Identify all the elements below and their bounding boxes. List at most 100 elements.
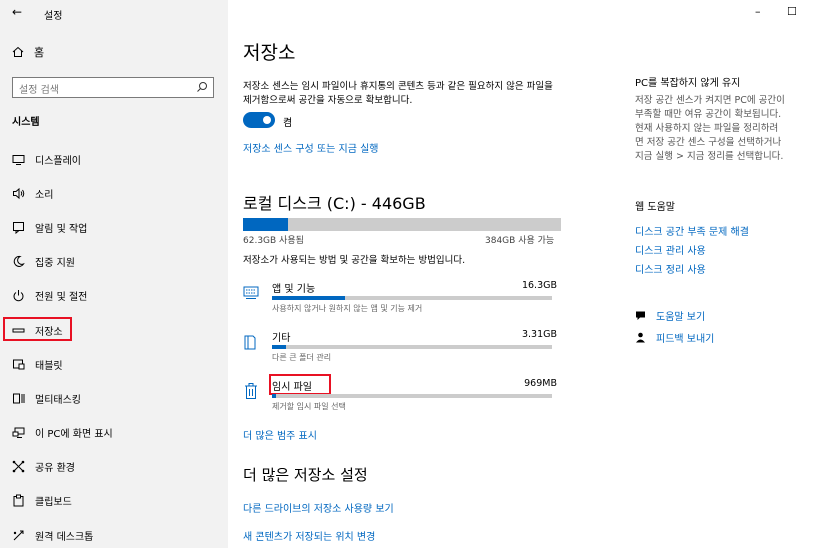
maximize-button[interactable]: ☐ xyxy=(787,5,797,18)
category-usage-bar xyxy=(272,345,552,349)
keep-pc-line: 지금 실행 > 지금 정리를 선택합니다. xyxy=(635,151,784,162)
toggle-state-label: 켬 xyxy=(283,118,293,129)
sidebar-item-sound[interactable]: 소리 xyxy=(0,176,228,210)
sidebar-item-label: 이 PC에 화면 표시 xyxy=(35,429,113,441)
sidebar-item-focus-assist[interactable]: 집중 지원 xyxy=(0,245,228,279)
help-link-low-disk[interactable]: 디스크 공간 부족 문제 해결 xyxy=(635,223,749,238)
category-temp-files[interactable]: 임시 파일 969MB 제거할 임시 파일 선택 xyxy=(243,374,563,422)
title-bar: ← 설정 xyxy=(0,0,228,28)
category-size: 16.3GB xyxy=(521,280,557,291)
get-help-link[interactable]: 도움말 보기 xyxy=(635,308,705,323)
sidebar: ← 설정 홈 시스템 디스플레이 소리 알림 및 작업 집중 지원 전원 및 절… xyxy=(0,0,228,548)
power-icon xyxy=(13,290,24,302)
disk-usage-bar xyxy=(243,218,561,231)
clipboard-icon xyxy=(13,494,24,507)
keep-pc-line: 현재 사용하지 않는 파일을 정리하려 xyxy=(635,123,779,134)
speaker-icon xyxy=(13,187,25,199)
sidebar-item-label: 전원 및 절전 xyxy=(35,292,88,304)
category-other[interactable]: 기타 3.31GB 다른 큰 폴더 관리 xyxy=(243,329,563,373)
web-help-title: 웹 도움말 xyxy=(635,202,675,213)
sidebar-item-power[interactable]: 전원 및 절전 xyxy=(0,279,228,313)
category-apps[interactable]: 앱 및 기능 16.3GB 사용하지 않거나 원하지 않는 앱 및 기능 제거 xyxy=(243,280,563,324)
change-save-location-link[interactable]: 새 콘텐츠가 저장되는 위치 변경 xyxy=(243,528,375,543)
multitasking-icon xyxy=(13,393,25,404)
sidebar-item-multitasking[interactable]: 멀티태스킹 xyxy=(0,381,228,415)
sidebar-item-label: 멀티태스킹 xyxy=(35,394,81,406)
window-controls: – ☐ xyxy=(745,0,815,28)
sidebar-item-label: 원격 데스크톱 xyxy=(35,531,94,543)
trash-icon xyxy=(245,383,257,399)
section-header: 시스템 xyxy=(12,117,40,128)
category-description: 다른 큰 폴더 관리 xyxy=(272,353,332,362)
search-icon[interactable] xyxy=(196,81,208,93)
sidebar-item-label: 태블릿 xyxy=(35,360,63,372)
sidebar-item-notifications[interactable]: 알림 및 작업 xyxy=(0,210,228,244)
search-input[interactable] xyxy=(13,81,193,100)
used-space-label: 62.3GB 사용됨 xyxy=(243,236,304,246)
sidebar-item-project[interactable]: 이 PC에 화면 표시 xyxy=(0,416,228,450)
keep-pc-line: 면 저장 공간 센스 구성을 선택하거나 xyxy=(635,137,782,148)
storage-sense-toggle[interactable] xyxy=(243,112,275,128)
sidebar-item-storage[interactable]: 저장소 xyxy=(0,313,228,347)
sidebar-item-tablet[interactable]: 태블릿 xyxy=(0,347,228,381)
page-title: 저장소 xyxy=(243,42,296,64)
folder-icon xyxy=(244,335,256,350)
sidebar-item-label: 클립보드 xyxy=(35,497,72,509)
category-size: 3.31GB xyxy=(521,329,557,340)
storage-sense-description: 저장소 센스는 임시 파일이나 휴지통의 콘텐츠 등과 같은 필요하지 않은 파… xyxy=(243,81,553,106)
main-pane: 저장소 저장소 센스는 임시 파일이나 휴지통의 콘텐츠 등과 같은 필요하지 … xyxy=(228,0,815,548)
usage-info-text: 저장소가 사용되는 방법 및 공간을 확보하는 방법입니다. xyxy=(243,255,466,266)
keep-pc-title: PC를 복잡하지 않게 유지 xyxy=(635,78,741,89)
other-drives-link[interactable]: 다른 드라이브의 저장소 사용량 보기 xyxy=(243,500,394,515)
project-icon xyxy=(12,427,25,439)
highlight-box xyxy=(3,316,72,341)
sidebar-item-label: 집중 지원 xyxy=(35,258,75,270)
category-usage-fill xyxy=(272,345,286,349)
help-link-disk-cleanup[interactable]: 디스크 정리 사용 xyxy=(635,261,706,276)
free-space-label: 384GB 사용 가능 xyxy=(485,236,555,246)
sidebar-item-clipboard[interactable]: 클립보드 xyxy=(0,484,228,518)
minimize-button[interactable]: – xyxy=(755,5,761,18)
keep-pc-line: 저장 공간 센스가 켜지면 PC에 공간이 xyxy=(635,95,785,106)
keep-pc-text: 저장 공간 센스가 켜지면 PC에 공간이 부족할 때만 여유 공간이 확보됩니… xyxy=(635,94,785,164)
category-name: 기타 xyxy=(272,333,291,344)
home-nav[interactable]: 홈 xyxy=(12,44,44,60)
keep-pc-line: 부족할 때만 여유 공간이 확보됩니다. xyxy=(635,109,782,120)
monitor-icon xyxy=(12,154,25,165)
moon-icon xyxy=(13,256,25,268)
category-usage-fill xyxy=(272,296,345,300)
sidebar-item-label: 디스플레이 xyxy=(35,155,81,167)
back-arrow-icon[interactable]: ← xyxy=(12,5,22,19)
category-description: 제거할 임시 파일 선택 xyxy=(272,402,346,411)
category-usage-bar xyxy=(272,394,552,398)
search-box[interactable] xyxy=(12,77,214,100)
category-size: 969MB xyxy=(524,378,557,389)
help-chat-icon xyxy=(636,311,645,320)
home-label: 홈 xyxy=(34,46,45,59)
remote-desktop-icon xyxy=(13,530,24,541)
sidebar-nav: 디스플레이 소리 알림 및 작업 집중 지원 전원 및 절전 저장소 태블릿 멀… xyxy=(0,142,228,552)
sidebar-item-label: 공유 환경 xyxy=(35,463,75,475)
more-categories-link[interactable]: 더 많은 범주 표시 xyxy=(243,427,317,442)
sidebar-item-label: 알림 및 작업 xyxy=(35,223,88,235)
category-name: 앱 및 기능 xyxy=(272,284,316,295)
sidebar-item-display[interactable]: 디스플레이 xyxy=(0,142,228,176)
get-help-label: 도움말 보기 xyxy=(656,312,706,323)
feedback-link[interactable]: 피드백 보내기 xyxy=(635,330,714,345)
category-usage-fill xyxy=(272,394,277,398)
feedback-icon xyxy=(636,332,645,343)
disk-usage-fill xyxy=(243,218,288,231)
help-link-disk-management[interactable]: 디스크 관리 사용 xyxy=(635,242,706,257)
notification-icon xyxy=(13,221,24,234)
configure-storage-sense-link[interactable]: 저장소 센스 구성 또는 지금 실행 xyxy=(243,140,379,155)
more-settings-title: 더 많은 저장소 설정 xyxy=(243,466,368,484)
category-description: 사용하지 않거나 원하지 않는 앱 및 기능 제거 xyxy=(272,304,423,313)
sidebar-item-share[interactable]: 공유 환경 xyxy=(0,450,228,484)
app-title: 설정 xyxy=(44,11,63,22)
category-usage-bar xyxy=(272,296,552,300)
tablet-icon xyxy=(13,359,25,370)
category-name: 임시 파일 xyxy=(272,382,312,393)
home-icon xyxy=(12,46,24,57)
sidebar-item-label: 소리 xyxy=(35,189,54,201)
sidebar-item-remote-desktop[interactable]: 원격 데스크톱 xyxy=(0,518,228,552)
